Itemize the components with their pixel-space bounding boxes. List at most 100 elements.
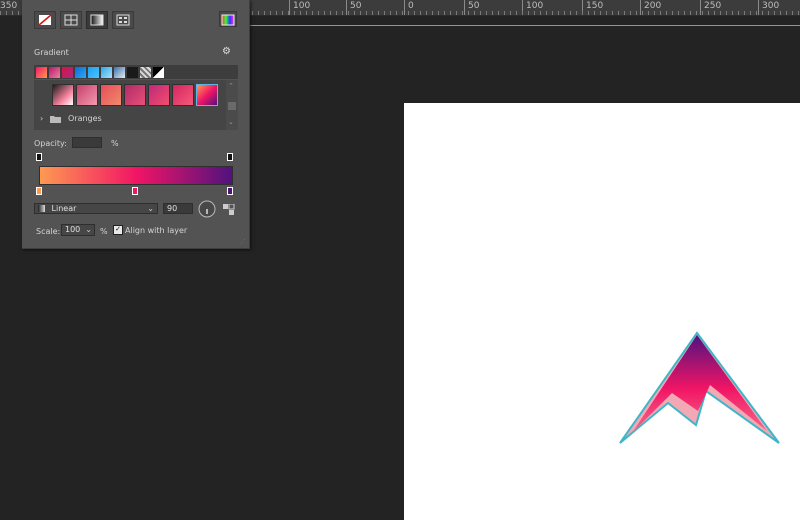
ruler-minor-tick: [672, 11, 673, 15]
ruler-minor-tick: [582, 11, 583, 15]
ruler-minor-tick: [528, 11, 529, 15]
ruler-minor-tick: [336, 11, 337, 15]
ruler-minor-tick: [306, 11, 307, 15]
ruler-minor-tick: [438, 11, 439, 15]
gradient-presets: ⌃ ⌄ › Oranges: [34, 80, 238, 130]
swatch[interactable]: [75, 67, 86, 78]
ruler-minor-tick: [372, 11, 373, 15]
ruler-minor-tick: [252, 11, 253, 15]
panel-title: Gradient: [34, 48, 69, 57]
ruler-minor-tick: [654, 11, 655, 15]
settings-gear-icon[interactable]: ⚙: [222, 46, 231, 57]
ruler-minor-tick: [18, 11, 19, 15]
angle-dial-icon[interactable]: [198, 200, 216, 218]
scroll-down-icon[interactable]: ⌄: [228, 118, 234, 126]
ruler-minor-tick: [702, 11, 703, 15]
swatch[interactable]: [88, 67, 99, 78]
color-spectrum-button[interactable]: [219, 11, 237, 27]
presets-scrollbar[interactable]: ⌃ ⌄: [226, 80, 238, 130]
reverse-gradient-icon[interactable]: [223, 204, 235, 216]
scale-select[interactable]: 100 ⌄: [61, 224, 95, 236]
scale-label: Scale:: [36, 227, 61, 236]
swatch[interactable]: [140, 67, 151, 78]
ruler-minor-tick: [726, 11, 727, 15]
ruler-minor-tick: [480, 11, 481, 15]
preset[interactable]: [52, 84, 74, 106]
swatch[interactable]: [36, 67, 47, 78]
ruler-minor-tick: [12, 11, 13, 15]
ruler-minor-tick: [660, 11, 661, 15]
pattern-fill-button[interactable]: [112, 11, 134, 29]
ruler-minor-tick: [354, 11, 355, 15]
ruler-minor-tick: [258, 11, 259, 15]
opacity-input[interactable]: [72, 137, 102, 148]
ruler-minor-tick: [432, 11, 433, 15]
ruler-minor-tick: [612, 11, 613, 15]
ruler-minor-tick: [642, 11, 643, 15]
gradient-fill-button[interactable]: [86, 11, 108, 29]
linear-type-icon: [38, 205, 45, 212]
ruler-minor-tick: [294, 11, 295, 15]
ruler-minor-tick: [498, 11, 499, 15]
swatch[interactable]: [127, 67, 138, 78]
pattern-icon: [116, 14, 130, 26]
ruler-minor-tick: [450, 11, 451, 15]
angle-input[interactable]: 90: [163, 203, 193, 214]
preset[interactable]: [172, 84, 194, 106]
gradient-panel[interactable]: Gradient ⚙ ⌃ ⌄ › Oranges Opacity: % Line…: [22, 0, 250, 249]
expand-chevron-icon[interactable]: ›: [40, 114, 43, 123]
swatch[interactable]: [62, 67, 73, 78]
ruler-minor-tick: [744, 11, 745, 15]
color-stop-end[interactable]: [227, 187, 233, 195]
ruler-minor-tick: [588, 11, 589, 15]
preset[interactable]: [148, 84, 170, 106]
ruler-minor-tick: [360, 11, 361, 15]
preset-selected[interactable]: [196, 84, 218, 106]
document-canvas[interactable]: [404, 103, 800, 520]
swatch[interactable]: [101, 67, 112, 78]
gradient-type-select[interactable]: Linear ⌄: [34, 203, 158, 214]
color-stop-mid[interactable]: [132, 187, 138, 195]
ruler-minor-tick: [522, 11, 523, 15]
ruler-minor-tick: [366, 11, 367, 15]
ruler-tick-label: 350: [0, 0, 17, 15]
preset[interactable]: [100, 84, 122, 106]
ruler-minor-tick: [390, 11, 391, 15]
scroll-thumb[interactable]: [228, 102, 236, 110]
no-fill-button[interactable]: [34, 11, 56, 29]
solid-fill-button[interactable]: [60, 11, 82, 29]
swatch[interactable]: [114, 67, 125, 78]
ruler-minor-tick: [414, 11, 415, 15]
ruler-minor-tick: [516, 11, 517, 15]
ruler-tick-label: 200: [640, 0, 661, 15]
opacity-stop-left[interactable]: [36, 153, 42, 161]
swatch[interactable]: [153, 67, 164, 78]
ruler-minor-tick: [456, 11, 457, 15]
recent-swatches: [34, 65, 238, 79]
opacity-stop-right[interactable]: [227, 153, 233, 161]
ruler-minor-tick: [396, 11, 397, 15]
ruler-minor-tick: [780, 11, 781, 15]
ruler-minor-tick: [384, 11, 385, 15]
ruler-minor-tick: [684, 11, 685, 15]
ruler-minor-tick: [606, 11, 607, 15]
gradient-preview-bar[interactable]: [39, 166, 233, 185]
mountain-shape[interactable]: [404, 103, 800, 520]
ruler-minor-tick: [774, 11, 775, 15]
ruler-minor-tick: [540, 11, 541, 15]
ruler-minor-tick: [348, 11, 349, 15]
align-checkbox[interactable]: ✓: [113, 225, 123, 235]
ruler-minor-tick: [720, 11, 721, 15]
scroll-up-icon[interactable]: ⌃: [228, 82, 234, 90]
ruler-tick-label: 250: [700, 0, 721, 15]
color-stop-start[interactable]: [36, 187, 42, 195]
preset[interactable]: [76, 84, 98, 106]
ruler-minor-tick: [648, 11, 649, 15]
swatch[interactable]: [49, 67, 60, 78]
ruler-minor-tick: [564, 11, 565, 15]
resize-grip-icon[interactable]: ⋰: [239, 238, 246, 246]
ruler-minor-tick: [0, 11, 1, 15]
preset[interactable]: [124, 84, 146, 106]
ruler-minor-tick: [558, 11, 559, 15]
ruler-minor-tick: [270, 11, 271, 15]
